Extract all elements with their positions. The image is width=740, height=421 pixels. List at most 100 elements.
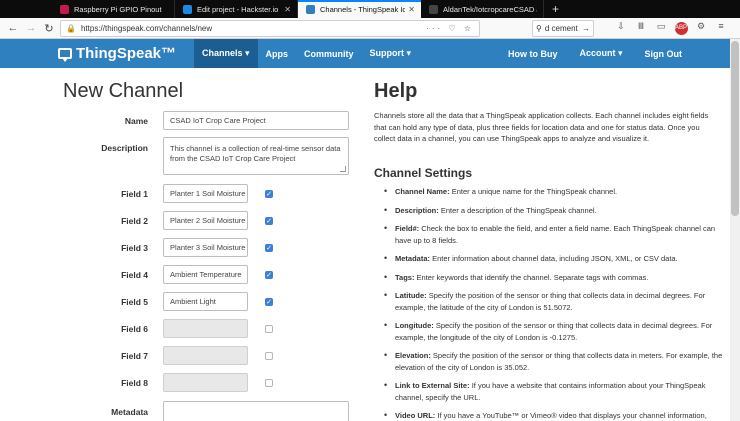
field-3-input[interactable]: Planter 3 Soil Moisture <box>163 238 248 257</box>
checkmark-icon: ✓ <box>266 298 272 306</box>
browser-tab-1[interactable]: Raspberry Pi GPIO Pinout <box>52 0 175 18</box>
field-label: Field 3 <box>121 242 148 253</box>
thingspeak-logo[interactable]: ThingSpeak™ <box>58 45 176 62</box>
site-header: ThingSpeak™ Channels ▾ Apps Community Su… <box>0 39 740 68</box>
field-8-checkbox[interactable] <box>265 378 273 387</box>
field-4-checkbox[interactable]: ✓ <box>265 270 273 279</box>
metadata-textarea[interactable] <box>163 401 349 421</box>
field-2-checkbox[interactable]: ✓ <box>265 216 273 225</box>
field-label: Field 1 <box>121 188 148 199</box>
field-5-checkbox[interactable]: ✓ <box>265 297 273 306</box>
help-term: Tags: <box>395 272 415 282</box>
menu-account[interactable]: Account ▾ <box>571 39 630 68</box>
scrollbar-thumb[interactable] <box>731 41 739 216</box>
close-tab-icon[interactable]: ✕ <box>284 5 291 14</box>
page-actions-icon[interactable]: ··· ♡ ☆ <box>426 24 474 33</box>
chat-bubble-logo-icon <box>58 48 72 62</box>
field-7-checkbox[interactable] <box>265 351 273 360</box>
metadata-row: Metadata <box>63 401 353 421</box>
checkmark-icon: ✓ <box>266 271 272 279</box>
field-label: Field 8 <box>121 377 148 388</box>
back-icon[interactable]: ← <box>4 19 22 37</box>
menu-apps[interactable]: Apps <box>258 39 297 68</box>
field-7-input[interactable] <box>163 346 248 365</box>
description-textarea[interactable]: This channel is a collection of real-tim… <box>163 137 349 175</box>
menu-channels[interactable]: Channels ▾ <box>194 39 258 68</box>
download-icon[interactable]: ⇩ <box>614 21 628 35</box>
field-2-input[interactable]: Planter 2 Soil Moisture <box>163 211 248 230</box>
extension-icon[interactable]: ABP <box>674 21 688 35</box>
help-text: If you have a YouTube™ or Vimeo® video t… <box>437 411 707 420</box>
thingspeak-favicon-icon <box>306 4 315 14</box>
help-item-metadata: Metadata: Enter information about channe… <box>384 253 724 265</box>
browser-tab-3[interactable]: Channels - ThingSpeak IoT ✕ <box>298 0 421 18</box>
help-term: Field#: <box>395 224 420 233</box>
menu-community[interactable]: Community <box>296 39 362 68</box>
field-3-checkbox[interactable]: ✓ <box>265 243 273 252</box>
help-item-video-url: Video URL: If you have a YouTube™ or Vim… <box>384 410 724 421</box>
help-term: Metadata: <box>395 254 431 263</box>
url-bar[interactable]: 🔒 https://thingspeak.com/channels/new ··… <box>60 20 480 37</box>
field-4-input[interactable]: Ambient Temperature <box>163 265 248 284</box>
help-term: Longitude: <box>395 321 434 330</box>
search-go-icon[interactable]: → <box>582 24 590 33</box>
account-menu: How to Buy Account ▾ Sign Out <box>500 39 690 68</box>
field-label: Field 4 <box>121 269 148 280</box>
help-title: Help <box>374 80 418 102</box>
help-item-channel-name: Channel Name: Enter a unique name for th… <box>384 186 724 198</box>
checkmark-icon: ✓ <box>266 190 272 198</box>
field-1-checkbox[interactable]: ✓ <box>265 189 273 198</box>
field-row-8: Field 8 <box>63 373 353 392</box>
field-5-input[interactable]: Ambient Light <box>163 292 248 311</box>
help-term: Elevation: <box>395 351 431 360</box>
help-item-longitude: Longitude: Specify the position of the s… <box>384 320 724 343</box>
name-label: Name <box>124 115 148 126</box>
field-row-5: Field 5 Ambient Light ✓ <box>63 292 353 311</box>
help-text: Enter information about channel data, in… <box>430 254 678 263</box>
field-label: Field 6 <box>121 323 148 334</box>
help-term: Channel Name: <box>395 187 450 196</box>
description-row: Description This channel is a collection… <box>63 137 353 175</box>
browser-tab-4[interactable]: AldanTek/IotcropcareCSAD at m <box>421 0 544 18</box>
menu-how-to-buy[interactable]: How to Buy <box>500 39 566 68</box>
field-6-checkbox[interactable] <box>265 324 273 333</box>
new-tab-button[interactable]: + <box>544 0 559 18</box>
library-icon[interactable]: Ⅲ <box>634 21 648 35</box>
browser-tab-bar: Raspberry Pi GPIO Pinout Edit project - … <box>0 0 740 18</box>
main-menu: Channels ▾ Apps Community Support ▾ <box>194 39 419 68</box>
field-row-1: Field 1 Planter 1 Soil Moisture ✓ <box>63 184 353 203</box>
url-text: https://thingspeak.com/channels/new <box>80 24 213 33</box>
search-box[interactable]: ⚲ d cement → <box>532 20 594 37</box>
field-6-input[interactable] <box>163 319 248 338</box>
field-row-4: Field 4 Ambient Temperature ✓ <box>63 265 353 284</box>
menu-sign-out[interactable]: Sign Out <box>637 39 691 68</box>
description-label: Description <box>101 143 148 153</box>
extension-icon[interactable]: ⚙ <box>694 21 708 35</box>
close-tab-icon[interactable]: ✕ <box>408 5 415 14</box>
help-text: Enter keywords that identify the channel… <box>414 272 649 282</box>
browser-nav-bar: ← → ↻ 🔒 https://thingspeak.com/channels/… <box>0 18 740 39</box>
help-item-description: Description: Enter a description of the … <box>384 205 724 217</box>
logo-text: ThingSpeak™ <box>76 45 177 62</box>
reload-icon[interactable]: ↻ <box>40 19 58 37</box>
help-text: Specify the position of the sensor or th… <box>395 321 713 342</box>
help-item-tags: Tags: Enter keywords that identify the c… <box>384 272 724 284</box>
menu-support[interactable]: Support ▾ <box>362 39 420 68</box>
help-text: Check the box to enable the field, and e… <box>395 224 716 245</box>
help-item-latitude: Latitude: Specify the position of the se… <box>384 290 724 313</box>
menu-icon[interactable]: ≡ <box>714 21 728 35</box>
channel-name-input[interactable]: CSAD IoT Crop Care Project <box>163 111 349 130</box>
search-input[interactable]: d cement <box>545 24 582 33</box>
metadata-label: Metadata <box>111 407 148 417</box>
help-text: Enter a description of the ThingSpeak ch… <box>438 205 597 215</box>
field-label: Field 5 <box>121 296 148 307</box>
field-1-input[interactable]: Planter 1 Soil Moisture <box>163 184 248 203</box>
help-item-elevation: Elevation: Specify the position of the s… <box>384 350 724 373</box>
tab-label: Raspberry Pi GPIO Pinout <box>74 4 162 14</box>
sidebar-icon[interactable]: ▭ <box>654 21 668 35</box>
browser-tab-2[interactable]: Edit project - Hackster.io ✕ <box>175 0 298 18</box>
field-8-input[interactable] <box>163 373 248 392</box>
help-intro: Channels store all the data that a Thing… <box>374 111 709 143</box>
field-row-2: Field 2 Planter 2 Soil Moisture ✓ <box>63 211 353 230</box>
forward-icon[interactable]: → <box>22 19 40 37</box>
